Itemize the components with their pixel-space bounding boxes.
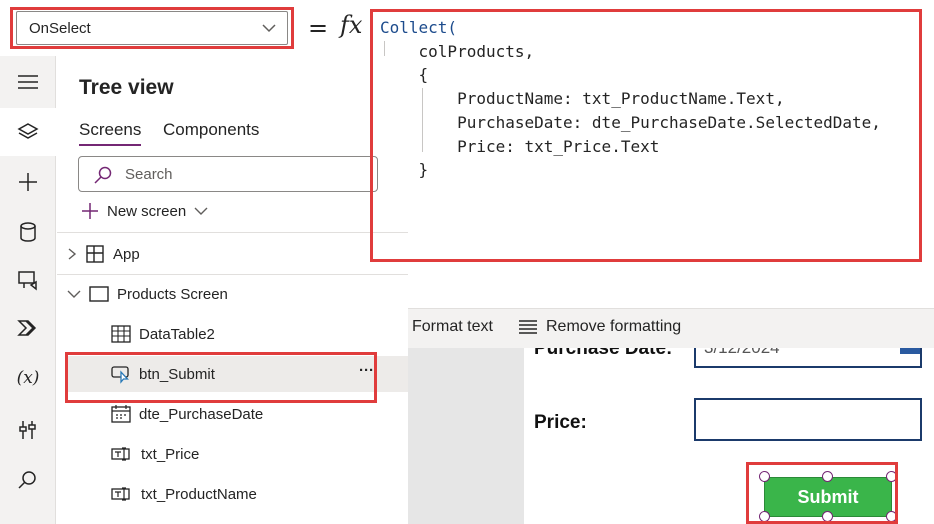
- code-line: ProductName: txt_ProductName.Text,: [380, 89, 785, 109]
- resize-handle[interactable]: [822, 511, 833, 522]
- equals-sign: =: [308, 14, 329, 42]
- variables-button[interactable]: (x): [0, 354, 56, 402]
- purchase-date-picker[interactable]: 3/12/2024: [694, 348, 922, 368]
- data-button[interactable]: [0, 208, 56, 256]
- tree-node-products-screen[interactable]: Products Screen: [67, 276, 408, 312]
- purchase-date-value: 3/12/2024: [704, 348, 780, 358]
- formula-editor[interactable]: Collect( colProducts, { ProductName: txt…: [374, 8, 934, 308]
- tree-view-title: Tree view: [79, 76, 174, 99]
- plus-icon: [19, 173, 37, 191]
- tree-node-dte-purchasedate[interactable]: dte_PurchaseDate: [111, 396, 408, 432]
- left-rail: (x): [0, 56, 56, 524]
- tree-node-app[interactable]: App: [67, 236, 408, 272]
- code-line: Price: txt_Price.Text: [380, 136, 660, 156]
- text-input-icon: [111, 447, 130, 461]
- tree-node-label: txt_ProductName: [141, 485, 257, 503]
- menu-button[interactable]: [0, 58, 56, 106]
- property-dropdown-value: OnSelect: [29, 20, 91, 37]
- resize-handle[interactable]: [886, 471, 897, 482]
- tab-components[interactable]: Components: [163, 120, 259, 140]
- code-line: Collect(: [380, 18, 458, 37]
- tree-node-btn-submit[interactable]: btn_Submit ···: [67, 356, 408, 392]
- code-line: }: [418, 160, 429, 180]
- divider: [57, 274, 408, 275]
- search-icon: [94, 166, 112, 184]
- format-toolbar: Format text Remove formatting: [374, 308, 934, 348]
- text-input-icon: [111, 487, 130, 501]
- date-picker-icon: [111, 405, 131, 423]
- tree-node-label: App: [113, 245, 140, 263]
- button-icon: [111, 366, 129, 384]
- chevron-down-icon: [67, 290, 81, 298]
- divider: [57, 232, 408, 233]
- screen-icon: [89, 286, 109, 302]
- tree-view-button[interactable]: [0, 108, 56, 156]
- resize-handle[interactable]: [886, 511, 897, 522]
- formula-code: Collect( colProducts, { ProductName: txt…: [380, 16, 881, 206]
- tree-node-txt-productname[interactable]: txt_ProductName: [111, 476, 408, 512]
- tab-screens[interactable]: Screens: [79, 120, 142, 146]
- tree-node-txt-price[interactable]: txt_Price: [111, 436, 408, 472]
- code-line: colProducts,: [380, 41, 535, 61]
- search-icon: [18, 471, 36, 489]
- chevron-down-icon: [194, 207, 208, 215]
- format-text-label: Format text: [412, 318, 493, 335]
- price-input[interactable]: [694, 398, 922, 441]
- power-automate-button[interactable]: [0, 304, 56, 352]
- search-input[interactable]: Search: [78, 156, 378, 192]
- resize-handle[interactable]: [759, 511, 770, 522]
- code-line: {: [418, 65, 429, 85]
- tree-node-label: txt_Price: [141, 445, 200, 463]
- code-line: PurchaseDate: dte_PurchaseDate.SelectedD…: [380, 112, 881, 132]
- tree-node-label: btn_Submit: [139, 365, 215, 383]
- remove-formatting-label: Remove formatting: [546, 318, 682, 335]
- tree-node-label: dte_PurchaseDate: [139, 405, 264, 423]
- data-table-icon: [111, 325, 131, 343]
- chevron-down-icon: [262, 24, 276, 33]
- media-icon: [18, 271, 37, 291]
- insert-button[interactable]: [0, 158, 56, 206]
- tree-view-panel: Tree view Screens Components Search New …: [57, 56, 408, 524]
- resize-handle[interactable]: [822, 471, 833, 482]
- resize-handle[interactable]: [759, 471, 770, 482]
- property-dropdown[interactable]: OnSelect: [16, 11, 288, 45]
- tree-node-label: Products Screen: [117, 285, 228, 303]
- hamburger-icon: [18, 75, 38, 89]
- app-icon: [86, 245, 104, 263]
- tree-node-datatable2[interactable]: DataTable2: [111, 316, 408, 352]
- tree-node-label: DataTable2: [139, 325, 215, 343]
- remove-formatting-button[interactable]: Remove formatting: [518, 318, 681, 336]
- purchase-date-label: Purchase Date:: [534, 348, 673, 359]
- tools-button[interactable]: [0, 406, 56, 454]
- database-icon: [20, 222, 36, 242]
- fx-icon[interactable]: fx: [340, 11, 362, 39]
- variables-icon: (x): [16, 368, 40, 388]
- search-rail-button[interactable]: [0, 456, 56, 504]
- plus-icon: [82, 203, 98, 219]
- remove-formatting-icon: [519, 320, 537, 334]
- more-options-icon[interactable]: ···: [359, 362, 374, 379]
- new-screen-label: New screen: [107, 202, 187, 220]
- price-label: Price:: [534, 412, 587, 433]
- layers-icon: [17, 123, 39, 139]
- chevron-right-icon: [68, 248, 77, 260]
- calendar-icon[interactable]: [900, 348, 920, 354]
- tools-icon: [19, 421, 36, 439]
- new-screen-button[interactable]: New screen: [81, 202, 208, 220]
- code-line: ): [380, 182, 881, 206]
- search-placeholder: Search: [125, 166, 173, 183]
- media-button[interactable]: [0, 256, 56, 304]
- power-automate-icon: [17, 320, 37, 336]
